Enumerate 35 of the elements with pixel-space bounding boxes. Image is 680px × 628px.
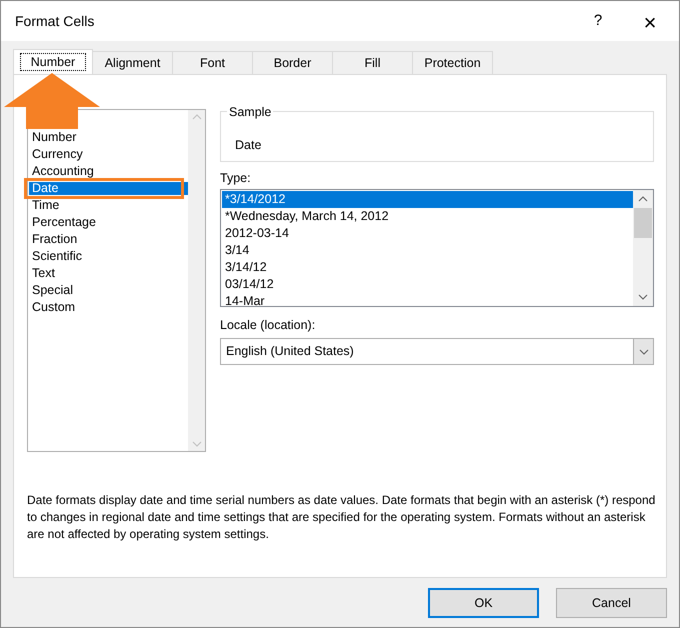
type-label: Type: [220, 170, 252, 187]
dropdown-caret-icon [638, 348, 648, 354]
category-item[interactable]: Percentage [29, 216, 188, 229]
category-item[interactable]: Text [29, 267, 188, 280]
close-button[interactable]: × [635, 6, 665, 36]
dialog-button[interactable]: OK [428, 588, 539, 618]
category-item[interactable]: Special [29, 284, 188, 297]
scrollbar[interactable] [633, 190, 653, 306]
locale-label: Locale (location): [220, 317, 316, 334]
type-item[interactable]: 14-Mar [222, 293, 633, 310]
window-title: Format Cells [15, 12, 94, 30]
dialog-button[interactable]: Cancel [556, 588, 667, 618]
category-item[interactable]: Custom [29, 301, 188, 314]
type-item[interactable]: 3/14 [222, 242, 633, 259]
scroll-thumb[interactable] [634, 208, 652, 238]
type-item[interactable]: 2012-03-14 [222, 225, 633, 242]
tab[interactable]: Number [13, 49, 93, 75]
help-button[interactable]: ? [583, 6, 613, 36]
type-item[interactable]: *3/14/2012 [222, 191, 633, 208]
category-item[interactable]: Time [29, 199, 188, 212]
category-item[interactable]: Scientific [29, 250, 188, 263]
category-item[interactable]: Accounting [29, 165, 188, 178]
category-item[interactable]: Date [29, 182, 188, 195]
sample-value: Date [235, 137, 262, 154]
type-item[interactable]: 3/14/12 [222, 259, 633, 276]
type-item[interactable]: *Wednesday, March 14, 2012 [222, 208, 633, 225]
scroll-up-icon[interactable] [638, 196, 648, 202]
category-item[interactable]: Fraction [29, 233, 188, 246]
type-item[interactable]: 03/14/12 [222, 276, 633, 293]
scroll-down-icon[interactable] [638, 294, 648, 300]
category-item[interactable]: Currency [29, 148, 188, 161]
tab[interactable]: Protection [412, 51, 493, 74]
category-item[interactable]: Number [29, 131, 188, 144]
locale-dropdown[interactable]: English (United States) [220, 338, 654, 365]
description-text: Date formats display date and time serial numbers as date values. Date formats that begin with an asterisk (*) respond to changes in regional date and time settings that are specified for the operating system. Formats without an asterisk are not affected by operating system settings. [27, 492, 656, 543]
